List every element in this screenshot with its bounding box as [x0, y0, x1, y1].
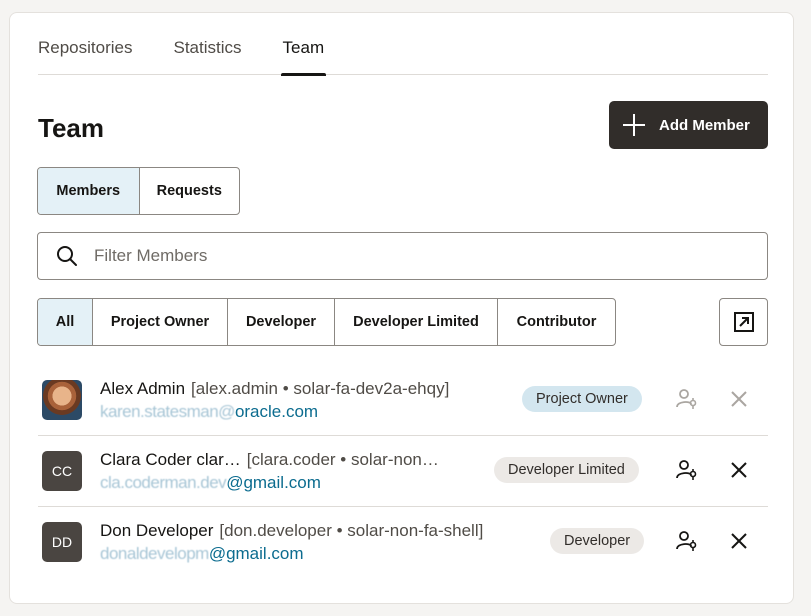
email-domain: oracle.com: [235, 402, 318, 421]
tab-statistics[interactable]: Statistics: [174, 13, 242, 75]
filter-members-input[interactable]: Filter Members: [37, 232, 768, 280]
remove-member-button[interactable]: [724, 526, 754, 556]
email-obscured: cla.coderman.dev: [100, 473, 226, 492]
user-role-icon: [675, 387, 699, 411]
member-name: Don Developer: [100, 521, 213, 540]
manage-role-button[interactable]: [672, 455, 702, 485]
member-email[interactable]: karen.statesman@oracle.com: [100, 402, 318, 422]
view-toggle: Members Requests: [37, 167, 240, 215]
tab-repositories[interactable]: Repositories: [38, 13, 133, 75]
manage-role-button[interactable]: [672, 526, 702, 556]
role-filter: All Project Owner Developer Developer Li…: [37, 298, 616, 346]
close-icon: [730, 461, 748, 479]
tab-team[interactable]: Team: [283, 13, 325, 75]
member-handle: [alex.admin • solar-fa-dev2a-ehqy]: [191, 379, 449, 398]
toggle-members[interactable]: Members: [38, 168, 140, 214]
member-name-line: Clara Coder clar… [clara.coder • solar-no…: [100, 450, 439, 470]
member-row: Alex Admin [alex.admin • solar-fa-dev2a-e…: [38, 365, 768, 436]
filter-placeholder: Filter Members: [94, 246, 207, 266]
role-filter-project-owner[interactable]: Project Owner: [93, 299, 228, 345]
role-filter-developer-limited[interactable]: Developer Limited: [335, 299, 498, 345]
role-badge: Project Owner: [522, 386, 642, 412]
email-domain: @gmail.com: [226, 473, 321, 492]
search-icon: [56, 245, 78, 267]
external-link-icon: [733, 311, 755, 333]
manage-role-button[interactable]: [672, 384, 702, 414]
export-button[interactable]: [719, 298, 768, 346]
avatar: DD: [42, 522, 82, 562]
member-row: CC Clara Coder clar… [clara.coder • solar…: [38, 436, 768, 507]
member-name-line: Alex Admin [alex.admin • solar-fa-dev2a-e…: [100, 379, 449, 399]
add-member-button[interactable]: Add Member: [609, 101, 768, 149]
role-filter-all[interactable]: All: [38, 299, 93, 345]
user-role-icon: [675, 458, 699, 482]
avatar: CC: [42, 451, 82, 491]
role-filter-developer[interactable]: Developer: [228, 299, 335, 345]
member-name: Clara Coder clar…: [100, 450, 241, 469]
close-icon: [730, 390, 748, 408]
role-badge: Developer: [550, 528, 644, 554]
member-name-line: Don Developer [don.developer • solar-non-…: [100, 521, 483, 541]
member-row: DD Don Developer [don.developer • solar-n…: [38, 507, 768, 578]
avatar: [42, 380, 82, 420]
email-obscured: karen.statesman@: [100, 402, 235, 421]
add-member-label: Add Member: [659, 117, 750, 134]
member-email[interactable]: cla.coderman.dev@gmail.com: [100, 473, 321, 493]
member-email[interactable]: donaldevelopm@gmail.com: [100, 544, 304, 564]
page-title: Team: [38, 113, 104, 144]
close-icon: [730, 532, 748, 550]
email-domain: @gmail.com: [209, 544, 304, 563]
remove-member-button[interactable]: [724, 384, 754, 414]
toggle-requests[interactable]: Requests: [140, 168, 240, 214]
role-filter-contributor[interactable]: Contributor: [498, 299, 615, 345]
role-badge: Developer Limited: [494, 457, 639, 483]
user-role-icon: [675, 529, 699, 553]
team-panel: Repositories Statistics Team Team Add Me…: [9, 12, 794, 604]
email-obscured: donaldevelopm: [100, 544, 209, 563]
plus-icon: [623, 114, 645, 136]
member-handle: [clara.coder • solar-non…: [247, 450, 439, 469]
tab-bar: Repositories Statistics Team: [38, 13, 768, 75]
remove-member-button[interactable]: [724, 455, 754, 485]
member-handle: [don.developer • solar-non-fa-shell]: [219, 521, 483, 540]
member-name: Alex Admin: [100, 379, 185, 398]
